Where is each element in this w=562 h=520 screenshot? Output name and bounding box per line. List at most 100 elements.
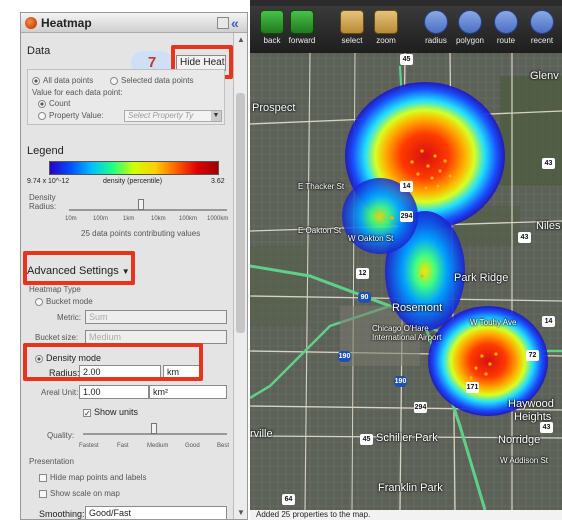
show-units-option[interactable]: Show units bbox=[83, 407, 138, 417]
select-person-icon bbox=[340, 10, 364, 34]
radius-tick-3: 1km bbox=[123, 216, 135, 222]
collapse-panel-icon[interactable]: « bbox=[231, 15, 245, 31]
label-w-oakton: W Oakton St bbox=[348, 234, 394, 243]
route-shield: 14 bbox=[400, 181, 413, 192]
label-e-thacker: E Thacker St bbox=[298, 182, 345, 191]
scroll-down-icon[interactable]: ▼ bbox=[237, 508, 245, 517]
route-shield: 190 bbox=[394, 376, 407, 387]
forward-tool[interactable]: forward bbox=[282, 10, 322, 45]
scrollbar-thumb[interactable] bbox=[236, 93, 245, 333]
metric-select[interactable]: Sum bbox=[85, 310, 227, 324]
areal-unit-label: Areal Unit: bbox=[41, 388, 79, 397]
heatmap-logo-icon bbox=[25, 16, 37, 29]
label-niles: Niles bbox=[536, 220, 561, 232]
value-label: Value for each data point: bbox=[32, 88, 123, 97]
panel-scrollbar[interactable]: ▲ ▼ bbox=[233, 33, 247, 519]
bucket-mode-radio[interactable] bbox=[35, 297, 43, 306]
radius-tick-6: 1000km bbox=[207, 216, 229, 222]
data-options-group: All data points Selected data points Val… bbox=[27, 69, 225, 125]
highlight-density-mode bbox=[23, 343, 203, 381]
heatmap-type-label: Heatmap Type bbox=[29, 285, 81, 294]
route-shield: 294 bbox=[400, 211, 413, 222]
label-w-touhy: W Touhy Ave bbox=[470, 318, 517, 327]
density-radius-slider[interactable] bbox=[138, 199, 144, 210]
label-prospect: Prospect bbox=[252, 102, 296, 114]
quality-label: Quality: bbox=[47, 431, 75, 440]
quality-slider[interactable] bbox=[151, 423, 157, 434]
metric-label: Metric: bbox=[57, 313, 81, 322]
show-units-checkbox[interactable] bbox=[83, 408, 91, 417]
hide-points-checkbox[interactable] bbox=[39, 473, 47, 482]
scroll-up-icon[interactable]: ▲ bbox=[237, 35, 245, 44]
data-heading: Data bbox=[27, 45, 51, 57]
label-ohare: Chicago O'Hare International Airport bbox=[372, 324, 442, 342]
smoothing-select[interactable]: Good/Fast bbox=[85, 506, 227, 519]
route-shield: 171 bbox=[466, 382, 479, 393]
heatmap-panel: Heatmap « Data 7 Hide Heatm All data poi… bbox=[20, 12, 248, 520]
zoom-tool[interactable]: zoom bbox=[366, 10, 406, 45]
route-icon bbox=[494, 10, 518, 34]
property-type-select[interactable]: Select Property Ty ▼ bbox=[124, 110, 222, 122]
minimize-button[interactable] bbox=[217, 17, 229, 29]
route-shield: 64 bbox=[282, 494, 295, 505]
label-rosemont: Rosemont bbox=[392, 302, 443, 314]
areal-unit-input[interactable]: 1.00 bbox=[79, 385, 149, 399]
route-shield: 90 bbox=[358, 292, 371, 303]
recent-tool[interactable]: recent bbox=[522, 10, 562, 45]
map-toolbar: back forward select zoom radius polygon … bbox=[250, 6, 562, 53]
forward-arrow-icon bbox=[290, 10, 314, 34]
legend-heading: Legend bbox=[27, 145, 64, 157]
property-value-option[interactable]: Property Value: bbox=[38, 111, 104, 120]
selected-points-option[interactable]: Selected data points bbox=[110, 76, 194, 85]
legend-center-label: density (percentile) bbox=[103, 178, 163, 185]
quality-tick-best: Best bbox=[217, 443, 230, 449]
all-points-radio[interactable] bbox=[32, 76, 40, 85]
legend-max-value: 3.62 bbox=[211, 178, 225, 185]
route-shield: 190 bbox=[338, 351, 351, 362]
quality-tick-good: Good bbox=[185, 443, 200, 449]
recent-clock-icon bbox=[530, 10, 554, 34]
all-points-option[interactable]: All data points bbox=[32, 76, 93, 85]
count-option[interactable]: Count bbox=[38, 99, 70, 108]
show-scale-option[interactable]: Show scale on map bbox=[39, 489, 120, 498]
label-park-ridge: Park Ridge bbox=[454, 272, 509, 284]
legend-color-bar bbox=[49, 161, 219, 175]
label-norridge: Norridge bbox=[498, 434, 541, 446]
hide-points-option[interactable]: Hide map points and labels bbox=[39, 473, 147, 482]
route-shield: 45 bbox=[360, 434, 373, 445]
count-radio[interactable] bbox=[38, 99, 46, 108]
route-shield: 72 bbox=[526, 350, 539, 361]
route-tool[interactable]: route bbox=[486, 10, 526, 45]
bucket-size-select[interactable]: Medium bbox=[85, 330, 227, 344]
label-e-oakton: E Oakton St bbox=[298, 226, 342, 235]
back-arrow-icon bbox=[260, 10, 284, 34]
contributing-points-label: 25 data points contributing values bbox=[81, 229, 201, 238]
route-shield: 12 bbox=[356, 268, 369, 279]
panel-title: Heatmap bbox=[41, 15, 92, 30]
quality-tick-fast: Fast bbox=[117, 443, 129, 449]
polygon-tool[interactable]: polygon bbox=[450, 10, 490, 45]
property-value-radio[interactable] bbox=[38, 111, 46, 120]
polygon-icon bbox=[458, 10, 482, 34]
route-shield: 43 bbox=[542, 158, 555, 169]
label-haywood: Haywood bbox=[508, 398, 554, 410]
selected-points-radio[interactable] bbox=[110, 76, 118, 85]
highlight-advanced-settings bbox=[23, 251, 135, 285]
bucket-mode-option[interactable]: Bucket mode bbox=[35, 297, 93, 306]
label-franklin-park: Franklin Park bbox=[378, 482, 443, 494]
areal-unit-select[interactable]: km² bbox=[149, 385, 227, 399]
panel-scroll-area: Data 7 Hide Heatm All data points Select… bbox=[21, 33, 233, 519]
quality-tick-medium: Medium bbox=[147, 443, 169, 449]
map-status-bar: Added 25 properties to the map. bbox=[250, 510, 562, 520]
map-view[interactable]: back forward select zoom radius polygon … bbox=[250, 6, 562, 510]
radius-tick-4: 10km bbox=[151, 216, 166, 222]
chevron-down-icon: ▼ bbox=[211, 111, 221, 121]
smoothing-label: Smoothing: bbox=[39, 509, 85, 519]
label-schiller-park: Schiller Park bbox=[376, 432, 438, 444]
route-shield: 45 bbox=[400, 54, 413, 65]
legend-min-value: 9.74 x 10^-12 bbox=[27, 178, 70, 185]
label-glenview: Glenv bbox=[530, 70, 559, 82]
show-scale-checkbox[interactable] bbox=[39, 489, 47, 498]
presentation-label: Presentation bbox=[29, 457, 74, 466]
radius-tick-1: 10m bbox=[65, 216, 77, 222]
